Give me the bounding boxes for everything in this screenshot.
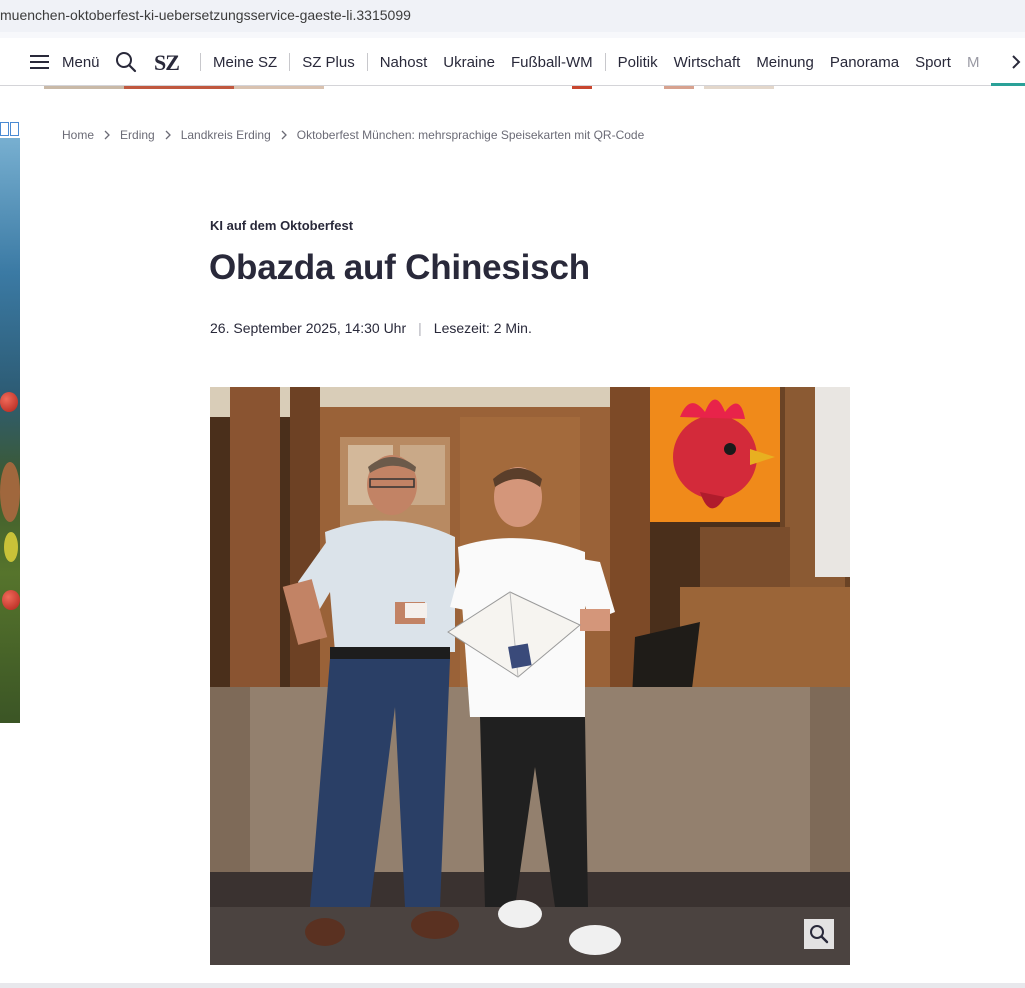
article-title: Obazda auf Chinesisch <box>209 248 590 287</box>
nav-divider <box>366 53 368 71</box>
chevron-right-icon <box>281 130 287 140</box>
breadcrumb-home[interactable]: Home <box>62 128 94 142</box>
article-kicker: KI auf dem Oktoberfest <box>210 218 354 233</box>
nav-item-panorama[interactable]: Panorama <box>822 54 907 71</box>
address-url[interactable]: muenchen-oktoberfest-ki-uebersetzungsser… <box>0 7 411 23</box>
hero-photo <box>210 387 850 965</box>
nav-item-sport[interactable]: Sport <box>907 54 959 71</box>
article-meta: 26. September 2025, 14:30 Uhr | Lesezeit… <box>210 320 532 336</box>
breadcrumb-current: Oktoberfest München: mehrsprachige Speis… <box>296 128 645 142</box>
ad-strip <box>44 86 774 90</box>
ad-background <box>0 122 20 723</box>
nav-divider <box>604 53 606 71</box>
nav-scroll-area <box>995 38 1025 86</box>
breadcrumb-landkreis-erding[interactable]: Landkreis Erding <box>181 128 271 142</box>
breadcrumb-erding[interactable]: Erding <box>120 128 155 142</box>
menu-label: Menü <box>62 53 100 71</box>
nav-item-meine-sz[interactable]: Meine SZ <box>205 54 285 71</box>
menu-button[interactable]: Menü <box>30 51 100 73</box>
browser-address-bar[interactable]: muenchen-oktoberfest-ki-uebersetzungsser… <box>0 0 1025 32</box>
nav-divider <box>200 53 201 71</box>
ad-info-icon[interactable] <box>0 122 20 138</box>
zoom-icon <box>810 925 829 944</box>
nav-divider <box>289 53 291 71</box>
search-icon[interactable] <box>115 51 137 73</box>
nav-item-meinung[interactable]: Meinung <box>748 54 822 71</box>
hamburger-icon <box>30 55 50 69</box>
side-advertisement[interactable] <box>0 122 20 723</box>
nav-scroll-indicator <box>991 83 1025 86</box>
reading-time: Lesezeit: 2 Min. <box>433 320 532 336</box>
nav-item-politik[interactable]: Politik <box>610 54 666 71</box>
ad-tomato-image <box>2 590 20 610</box>
nav-item-truncated[interactable]: M <box>959 54 988 71</box>
chevron-right-icon <box>165 130 171 140</box>
ad-fruit-image <box>4 532 18 562</box>
browser-bottom-edge <box>0 983 1025 988</box>
article-date: 26. September 2025, 14:30 Uhr <box>210 320 407 336</box>
main-navigation: Menü SZ Meine SZ SZ Plus Nahost Ukraine … <box>0 38 1025 86</box>
nav-items: Meine SZ SZ Plus Nahost Ukraine Fußball-… <box>196 38 987 86</box>
ad-tomato-image <box>0 392 18 412</box>
nav-item-sz-plus[interactable]: SZ Plus <box>294 54 363 71</box>
article-hero-image[interactable] <box>210 387 850 965</box>
nav-item-ukraine[interactable]: Ukraine <box>435 54 503 71</box>
breadcrumb: Home Erding Landkreis Erding Oktoberfest… <box>62 128 644 142</box>
nav-item-fussball-wm[interactable]: Fußball-WM <box>503 54 601 71</box>
chevron-right-icon[interactable] <box>1009 55 1023 69</box>
nav-item-nahost[interactable]: Nahost <box>372 54 436 71</box>
nav-item-wirtschaft[interactable]: Wirtschaft <box>666 54 749 71</box>
meta-divider: | <box>418 320 422 336</box>
zoom-button[interactable] <box>804 919 834 949</box>
sz-logo[interactable]: SZ <box>154 50 180 76</box>
ad-person-image <box>0 462 20 522</box>
chevron-right-icon <box>104 130 110 140</box>
